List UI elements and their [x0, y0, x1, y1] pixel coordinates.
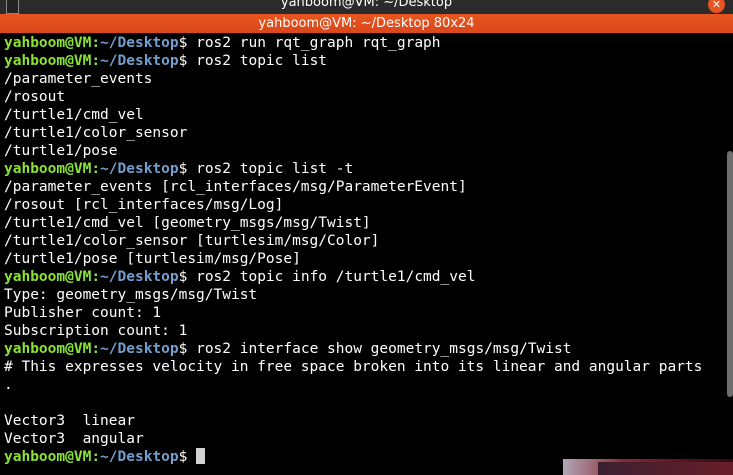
text-cursor	[196, 448, 206, 464]
prompt-separator: :	[91, 35, 101, 51]
prompt-separator: :	[91, 161, 101, 177]
output-line: /turtle1/pose	[4, 142, 726, 160]
output-line: /parameter_events	[4, 70, 726, 88]
command-text: ros2 topic list -t	[187, 161, 354, 177]
prompt-path: ~/Desktop	[100, 449, 179, 465]
output-line: Vector3 angular	[4, 430, 726, 448]
output-line: Vector3 linear	[4, 412, 726, 430]
output-text: .	[4, 377, 13, 393]
output-line: /rosout [rcl_interfaces/msg/Log]	[4, 196, 726, 214]
output-text: /parameter_events [rcl_interfaces/msg/Pa…	[4, 179, 467, 195]
command-line: yahboom@VM:~/Desktop$ ros2 topic list -t	[4, 160, 726, 178]
scrollbar[interactable]	[727, 151, 733, 397]
prompt-separator: :	[91, 341, 101, 357]
command-text: ros2 topic list	[187, 53, 328, 69]
close-icon: ✕	[711, 0, 722, 11]
output-text: /turtle1/cmd_vel [geometry_msgs/msg/Twis…	[4, 215, 371, 231]
output-line: Publisher count: 1	[4, 304, 726, 322]
output-text: Publisher count: 1	[4, 305, 162, 321]
prompt-path: ~/Desktop	[100, 35, 179, 51]
prompt-user-host: yahboom@VM	[4, 35, 92, 51]
prompt-user-host: yahboom@VM	[4, 341, 92, 357]
command-line: yahboom@VM:~/Desktop$ ros2 topic info /t…	[4, 268, 726, 286]
prompt-user-host: yahboom@VM	[4, 53, 92, 69]
output-text: /turtle1/pose [turtlesim/msg/Pose]	[4, 251, 301, 267]
output-text: Type: geometry_msgs/msg/Twist	[4, 287, 258, 303]
prompt-user-host: yahboom@VM	[4, 269, 92, 285]
title-bar[interactable]: yahboom@VM: ~/Desktop yahboom@VM: ~/Desk…	[0, 0, 733, 33]
output-text: Vector3 linear	[4, 413, 135, 429]
command-text: ros2 interface show geometry_msgs/msg/Tw…	[187, 341, 572, 357]
output-text: Subscription count: 1	[4, 323, 188, 339]
previous-window-title: yahboom@VM: ~/Desktop	[280, 0, 453, 10]
command-line: yahboom@VM:~/Desktop$ ros2 interface sho…	[4, 340, 726, 358]
output-line: /turtle1/color_sensor	[4, 124, 726, 142]
output-text: /rosout [rcl_interfaces/msg/Log]	[4, 197, 284, 213]
prompt-separator: :	[91, 269, 101, 285]
window-edge-tab	[6, 0, 19, 14]
output-text: /turtle1/cmd_vel	[4, 107, 144, 123]
output-text: /rosout	[4, 89, 66, 105]
command-line: yahboom@VM:~/Desktop$ ros2 run rqt_graph…	[4, 34, 726, 52]
output-text: /turtle1/color_sensor [turtlesim/msg/Col…	[4, 233, 380, 249]
output-line: # This expresses velocity in free space …	[4, 358, 726, 376]
command-text: ros2 run rqt_graph rqt_graph	[187, 35, 441, 51]
output-text: /parameter_events	[4, 71, 153, 87]
output-line: /turtle1/color_sensor [turtlesim/msg/Col…	[4, 232, 726, 250]
prompt-path: ~/Desktop	[100, 269, 179, 285]
prompt-separator: :	[91, 53, 101, 69]
prompt-path: ~/Desktop	[100, 53, 179, 69]
window-title: yahboom@VM: ~/Desktop 80x24	[258, 16, 475, 31]
prompt-user-host: yahboom@VM	[4, 449, 92, 465]
prompt-user-host: yahboom@VM	[4, 161, 92, 177]
terminal-output[interactable]: yahboom@VM:~/Desktop$ ros2 run rqt_graph…	[4, 34, 726, 475]
output-line: /turtle1/pose [turtlesim/msg/Pose]	[4, 250, 726, 268]
prompt-separator: :	[91, 449, 101, 465]
output-line: /turtle1/cmd_vel [geometry_msgs/msg/Twis…	[4, 214, 726, 232]
terminal-window: yahboom@VM: ~/Desktop yahboom@VM: ~/Desk…	[0, 0, 733, 475]
output-text: Vector3 angular	[4, 431, 144, 447]
prompt-path: ~/Desktop	[100, 341, 179, 357]
command-text: ros2 topic info /turtle1/cmd_vel	[187, 269, 476, 285]
output-line: Type: geometry_msgs/msg/Twist	[4, 286, 726, 304]
output-line: /rosout	[4, 88, 726, 106]
output-line: Subscription count: 1	[4, 322, 726, 340]
output-text: # This expresses velocity in free space …	[4, 359, 703, 375]
prompt-path: ~/Desktop	[100, 161, 179, 177]
output-text: /turtle1/color_sensor	[4, 125, 188, 141]
output-line: /parameter_events [rcl_interfaces/msg/Pa…	[4, 178, 726, 196]
command-line: yahboom@VM:~/Desktop$ ros2 topic list	[4, 52, 726, 70]
output-line: .	[4, 376, 726, 394]
output-text: /turtle1/pose	[4, 143, 118, 159]
desktop-background-panel	[598, 462, 733, 475]
close-button[interactable]: ✕	[708, 0, 725, 13]
output-line: /turtle1/cmd_vel	[4, 106, 726, 124]
